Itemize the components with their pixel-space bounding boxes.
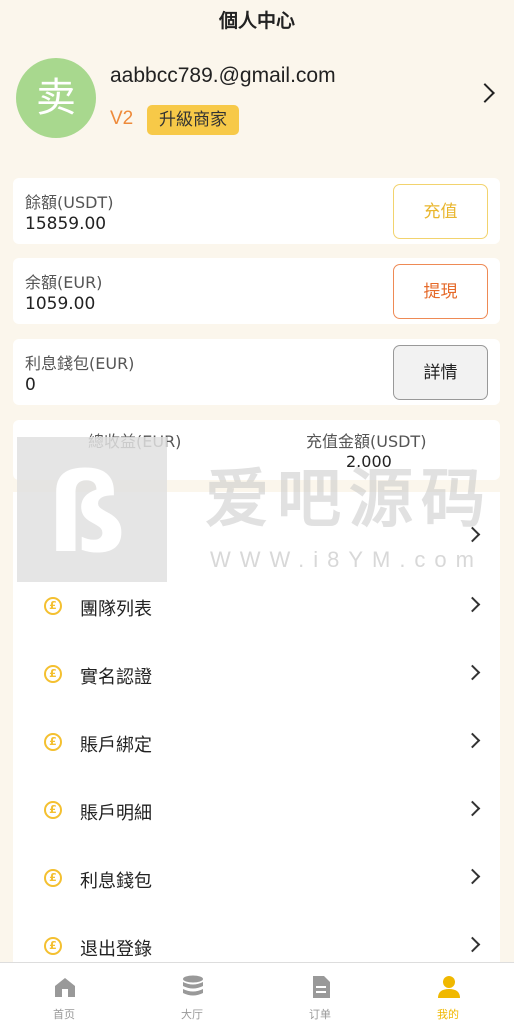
usdt-balance-card: 餘額(USDT) 15859.00 充值 [13,178,500,244]
bottom-navigation: 首页 大厅 订单 我的 [0,962,514,1024]
balance-value: 0 [25,375,36,395]
menu-item-verification[interactable]: £ 實名認證 [13,640,500,708]
interest-wallet-card: 利息錢包(EUR) 0 詳情 [13,339,500,405]
chevron-right-icon [464,732,481,749]
chevron-right-icon [464,800,481,817]
watermark-text: 爱吧源码 [205,463,493,537]
avatar[interactable]: 卖 [16,58,96,138]
menu-item-label: 實名認證 [80,667,152,688]
balance-value: 15859.00 [25,214,107,234]
profile-section[interactable]: 卖 aabbcc789.@gmail.com V2 升級商家 [16,58,498,142]
chevron-right-icon [464,936,481,953]
watermark-logo: ß [17,437,167,582]
menu-item-interest-wallet[interactable]: £ 利息錢包 [13,844,500,912]
watermark-url: WWW.i8YM.com [210,547,483,572]
menu-item-label: 退出登錄 [80,939,152,960]
nav-mine[interactable]: 我的 [384,963,512,1024]
balance-value: 1059.00 [25,294,96,314]
currency-icon: £ [44,869,62,887]
personal-center-page: 個人中心 卖 aabbcc789.@gmail.com V2 升級商家 餘額(U… [0,0,514,1024]
currency-icon: £ [44,597,62,615]
nav-home[interactable]: 首页 [0,963,128,1024]
upgrade-merchant-button[interactable]: 升級商家 [147,105,239,135]
watermark-logo-glyph: ß [47,449,127,577]
currency-icon: £ [44,665,62,683]
currency-icon: £ [44,733,62,751]
nav-label: 我的 [437,1008,459,1021]
recharge-button[interactable]: 充值 [393,184,488,239]
balance-label: 利息錢包(EUR) [25,354,135,373]
details-button[interactable]: 詳情 [393,345,488,400]
menu-item-team-list[interactable]: £ 團隊列表 [13,572,500,640]
user-icon [438,976,460,998]
balance-label: 餘額(USDT) [25,193,114,212]
database-icon [183,975,203,996]
balance-label: 余額(EUR) [25,273,103,292]
user-email: aabbcc789.@gmail.com [110,64,336,87]
currency-icon: £ [44,801,62,819]
document-icon [313,976,330,998]
menu-item-account-details[interactable]: £ 賬戶明細 [13,776,500,844]
withdraw-button[interactable]: 提現 [393,264,488,319]
chevron-right-icon [464,868,481,885]
chevron-right-icon[interactable] [475,83,495,103]
menu-item-label: 利息錢包 [80,871,152,892]
chevron-right-icon [464,664,481,681]
page-title: 個人中心 [218,10,295,32]
currency-icon: £ [44,937,62,955]
nav-label: 订单 [309,1008,331,1021]
vip-level: V2 [110,108,134,129]
nav-orders[interactable]: 订单 [256,963,384,1024]
menu-item-label: 賬戶明細 [80,803,152,824]
chevron-right-icon [464,596,481,613]
home-icon [55,978,75,997]
menu-item-account-binding[interactable]: £ 賬戶綁定 [13,708,500,776]
nav-hall[interactable]: 大厅 [128,963,256,1024]
nav-label: 大厅 [181,1008,203,1021]
nav-label: 首页 [53,1008,75,1021]
eur-balance-card: 余額(EUR) 1059.00 提現 [13,258,500,324]
menu-item-label: 賬戶綁定 [80,735,152,756]
menu-item-label: 團隊列表 [80,599,152,620]
